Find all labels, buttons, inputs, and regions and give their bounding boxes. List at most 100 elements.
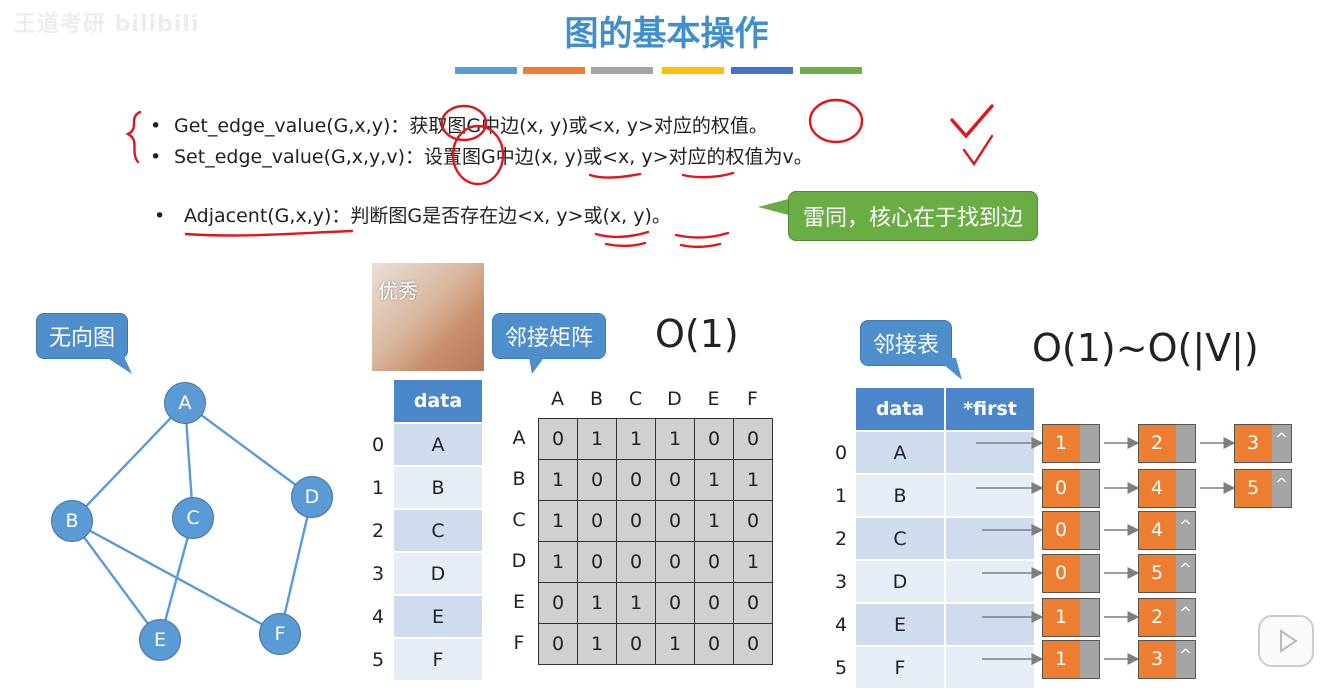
matrix-cell: 1 (655, 623, 695, 665)
row-index: 4 (371, 605, 385, 628)
graph-node-e: E (139, 619, 181, 661)
data-header: data (856, 388, 944, 430)
matrix-col-label: F (747, 388, 758, 410)
vertex-cell: B (856, 475, 944, 516)
list-node: 1 (1042, 424, 1100, 463)
list-node: 0 (1042, 511, 1100, 550)
matrix-cell: 0 (655, 459, 695, 501)
vertex-cell: A (394, 424, 482, 465)
matrix-cell: 0 (694, 418, 734, 460)
bullet-desc: 判断图G是否存在边<x, y>或(x, y)。 (350, 205, 671, 227)
complexity-list: O(1)~O(|V|) (1032, 326, 1259, 370)
accent-bar-darkblue (731, 67, 793, 74)
list-node: 3 ^ (1138, 640, 1196, 679)
accent-bar-blue (455, 67, 517, 74)
list-node: 4 ^ (1138, 511, 1196, 550)
matrix-col-label: B (589, 388, 604, 410)
row-index: 3 (371, 562, 385, 585)
callout-pointer (936, 358, 962, 380)
vertex-cell: C (394, 510, 482, 551)
accent-bar-orange (523, 67, 585, 74)
vertex-cell: F (856, 647, 944, 688)
matrix-row-headers: A B C D E F (508, 418, 530, 664)
matrix-cell: 1 (577, 582, 617, 624)
list-node: 2 ^ (1138, 598, 1196, 637)
row-index: 2 (834, 527, 848, 550)
adjacency-matrix: 011100 100011 100010 100001 011000 01010… (538, 418, 773, 665)
accent-bar-gray (591, 67, 653, 74)
matrix-cell: 1 (616, 418, 656, 460)
matrix-cell: 0 (733, 623, 773, 665)
thumbnail-caption: 优秀 (378, 279, 418, 303)
graph-node-c: C (172, 497, 214, 539)
first-header: *first (946, 388, 1034, 430)
list-node: 1 (1042, 598, 1100, 637)
matrix-row-label: C (512, 509, 526, 531)
matrix-cell: 0 (616, 623, 656, 665)
row-index: 5 (834, 656, 848, 679)
vertex-cell: E (394, 596, 482, 637)
vertex-cell: B (394, 467, 482, 508)
vertex-data-table: data 0A 1B 2C 3D 4E 5F (362, 378, 484, 682)
graph-node-a: A (164, 382, 206, 424)
matrix-col-label: D (667, 388, 682, 410)
matrix-cell: 1 (577, 623, 617, 665)
matrix-cell: 1 (733, 541, 773, 583)
bullet-desc: 获取图G中边(x, y)或<x, y>对应的权值。 (409, 115, 768, 137)
matrix-cell: 1 (538, 500, 578, 542)
callout-pointer (528, 352, 548, 374)
vertex-cell: C (856, 518, 944, 559)
matrix-cell: 1 (655, 418, 695, 460)
undirected-graph-edges (71, 402, 314, 641)
matrix-cell: 0 (538, 582, 578, 624)
matrix-row-label: A (512, 427, 526, 449)
matrix-cell: 0 (616, 459, 656, 501)
accent-bar-green (800, 67, 862, 74)
matrix-row-label: B (512, 468, 526, 490)
data-header: data (394, 380, 482, 422)
matrix-cell: 1 (616, 582, 656, 624)
graph-node-f: F (259, 613, 301, 655)
vertex-cell: A (856, 432, 944, 473)
first-pointer-cell (946, 475, 1034, 516)
first-pointer-cell (946, 561, 1034, 602)
row-index: 2 (371, 519, 385, 542)
matrix-cell: 0 (694, 582, 734, 624)
play-button[interactable] (1258, 615, 1314, 667)
row-index: 0 (834, 441, 848, 464)
list-node: 2 (1138, 424, 1196, 463)
row-index: 1 (371, 476, 385, 499)
matrix-cell: 0 (733, 582, 773, 624)
matrix-cell: 0 (694, 623, 734, 665)
matrix-cell: 1 (694, 459, 734, 501)
matrix-col-label: E (707, 388, 720, 410)
list-node: 5 ^ (1138, 554, 1196, 593)
first-pointer-cell (946, 518, 1034, 559)
first-pointer-cell (946, 647, 1034, 688)
matrix-cell: 0 (616, 541, 656, 583)
vertex-cell: E (856, 604, 944, 645)
matrix-col-label: A (551, 388, 564, 410)
matrix-cell: 1 (538, 459, 578, 501)
accent-bar-yellow (662, 67, 724, 74)
list-node: 5 ^ (1234, 469, 1292, 508)
green-note-callout: 雷同，核心在于找到边 (788, 191, 1039, 241)
reaction-thumbnail: 优秀 (372, 263, 484, 371)
vertex-cell: F (394, 639, 482, 680)
matrix-col-label: C (628, 388, 643, 410)
matrix-cell: 0 (733, 500, 773, 542)
row-index: 5 (371, 648, 385, 671)
matrix-cell: 0 (577, 459, 617, 501)
matrix-cell: 1 (694, 500, 734, 542)
row-index: 0 (371, 433, 385, 456)
matrix-row-label: F (513, 632, 525, 654)
matrix-cell: 0 (538, 623, 578, 665)
vertex-cell: D (856, 561, 944, 602)
adjacency-list-table: data *first 0A 1B 2C 3D 4E 5F (826, 386, 1036, 690)
matrix-row-label: D (511, 550, 527, 572)
graph-node-d: D (291, 476, 333, 518)
matrix-cell: 0 (655, 500, 695, 542)
first-pointer-cell (946, 432, 1034, 473)
matrix-cell: 1 (733, 459, 773, 501)
matrix-cell: 0 (733, 418, 773, 460)
